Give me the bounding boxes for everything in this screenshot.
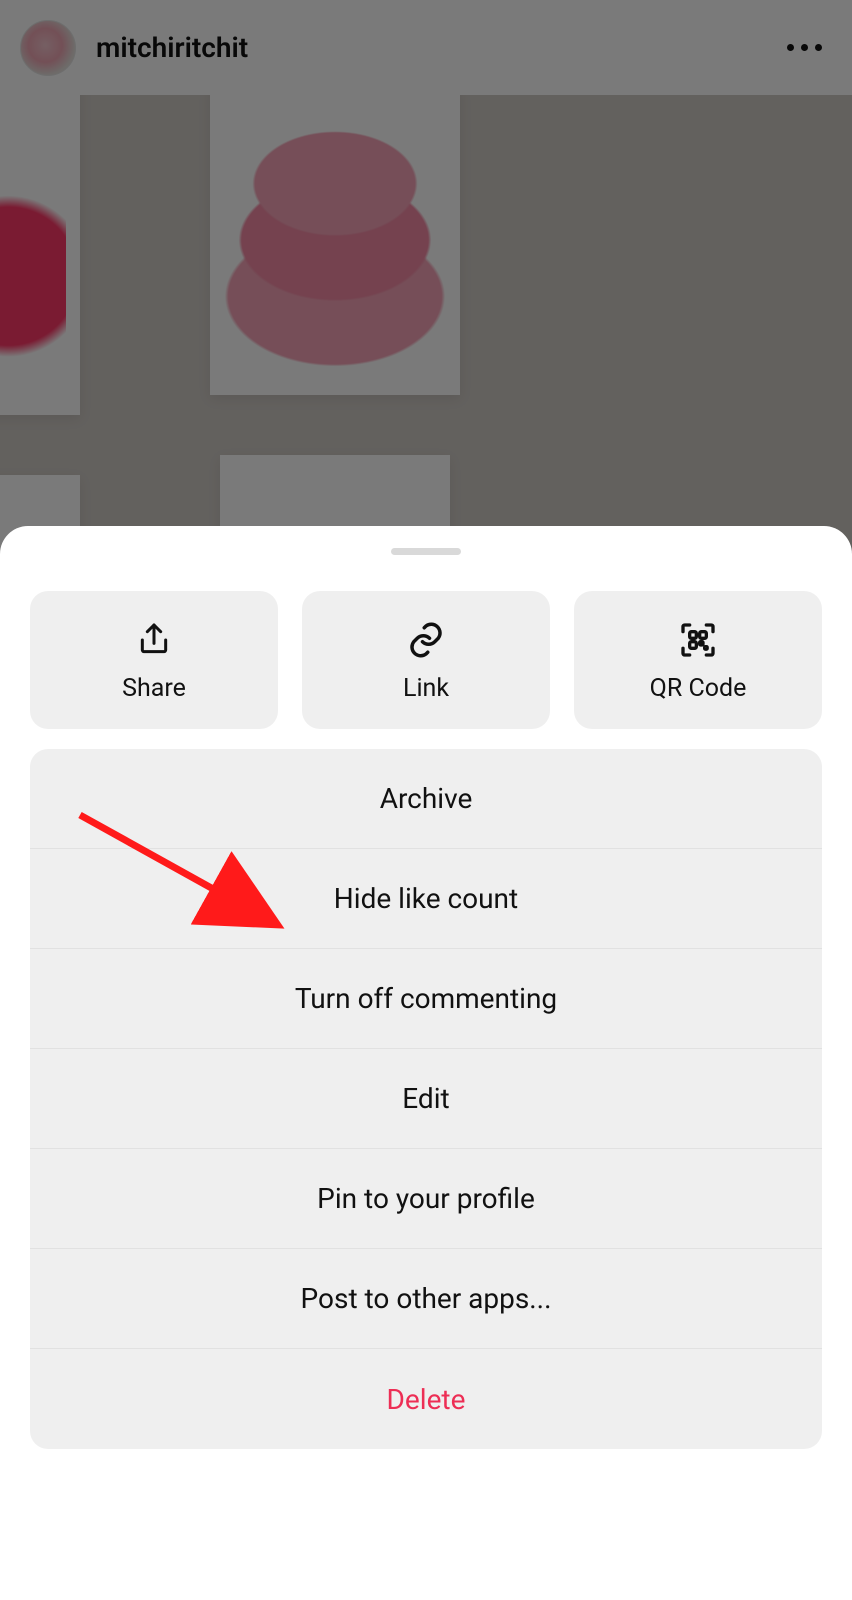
sheet-grabber[interactable] bbox=[391, 548, 461, 555]
menu-pin-to-profile[interactable]: Pin to your profile bbox=[30, 1149, 822, 1249]
link-icon bbox=[404, 618, 448, 662]
link-label: Link bbox=[403, 674, 449, 703]
menu-list: Archive Hide like count Turn off comment… bbox=[30, 749, 822, 1449]
menu-post-to-other-apps[interactable]: Post to other apps... bbox=[30, 1249, 822, 1349]
action-sheet: Share Link bbox=[0, 526, 852, 1600]
qr-code-label: QR Code bbox=[650, 674, 747, 703]
qr-code-icon bbox=[676, 618, 720, 662]
share-label: Share bbox=[122, 674, 186, 703]
top-actions-row: Share Link bbox=[30, 591, 822, 729]
link-button[interactable]: Link bbox=[302, 591, 550, 729]
viewport: mitchiritchit bbox=[0, 0, 852, 1600]
menu-delete[interactable]: Delete bbox=[30, 1349, 822, 1449]
menu-turn-off-commenting[interactable]: Turn off commenting bbox=[30, 949, 822, 1049]
menu-hide-like-count[interactable]: Hide like count bbox=[30, 849, 822, 949]
menu-archive[interactable]: Archive bbox=[30, 749, 822, 849]
menu-edit[interactable]: Edit bbox=[30, 1049, 822, 1149]
share-icon bbox=[132, 618, 176, 662]
qr-code-button[interactable]: QR Code bbox=[574, 591, 822, 729]
share-button[interactable]: Share bbox=[30, 591, 278, 729]
